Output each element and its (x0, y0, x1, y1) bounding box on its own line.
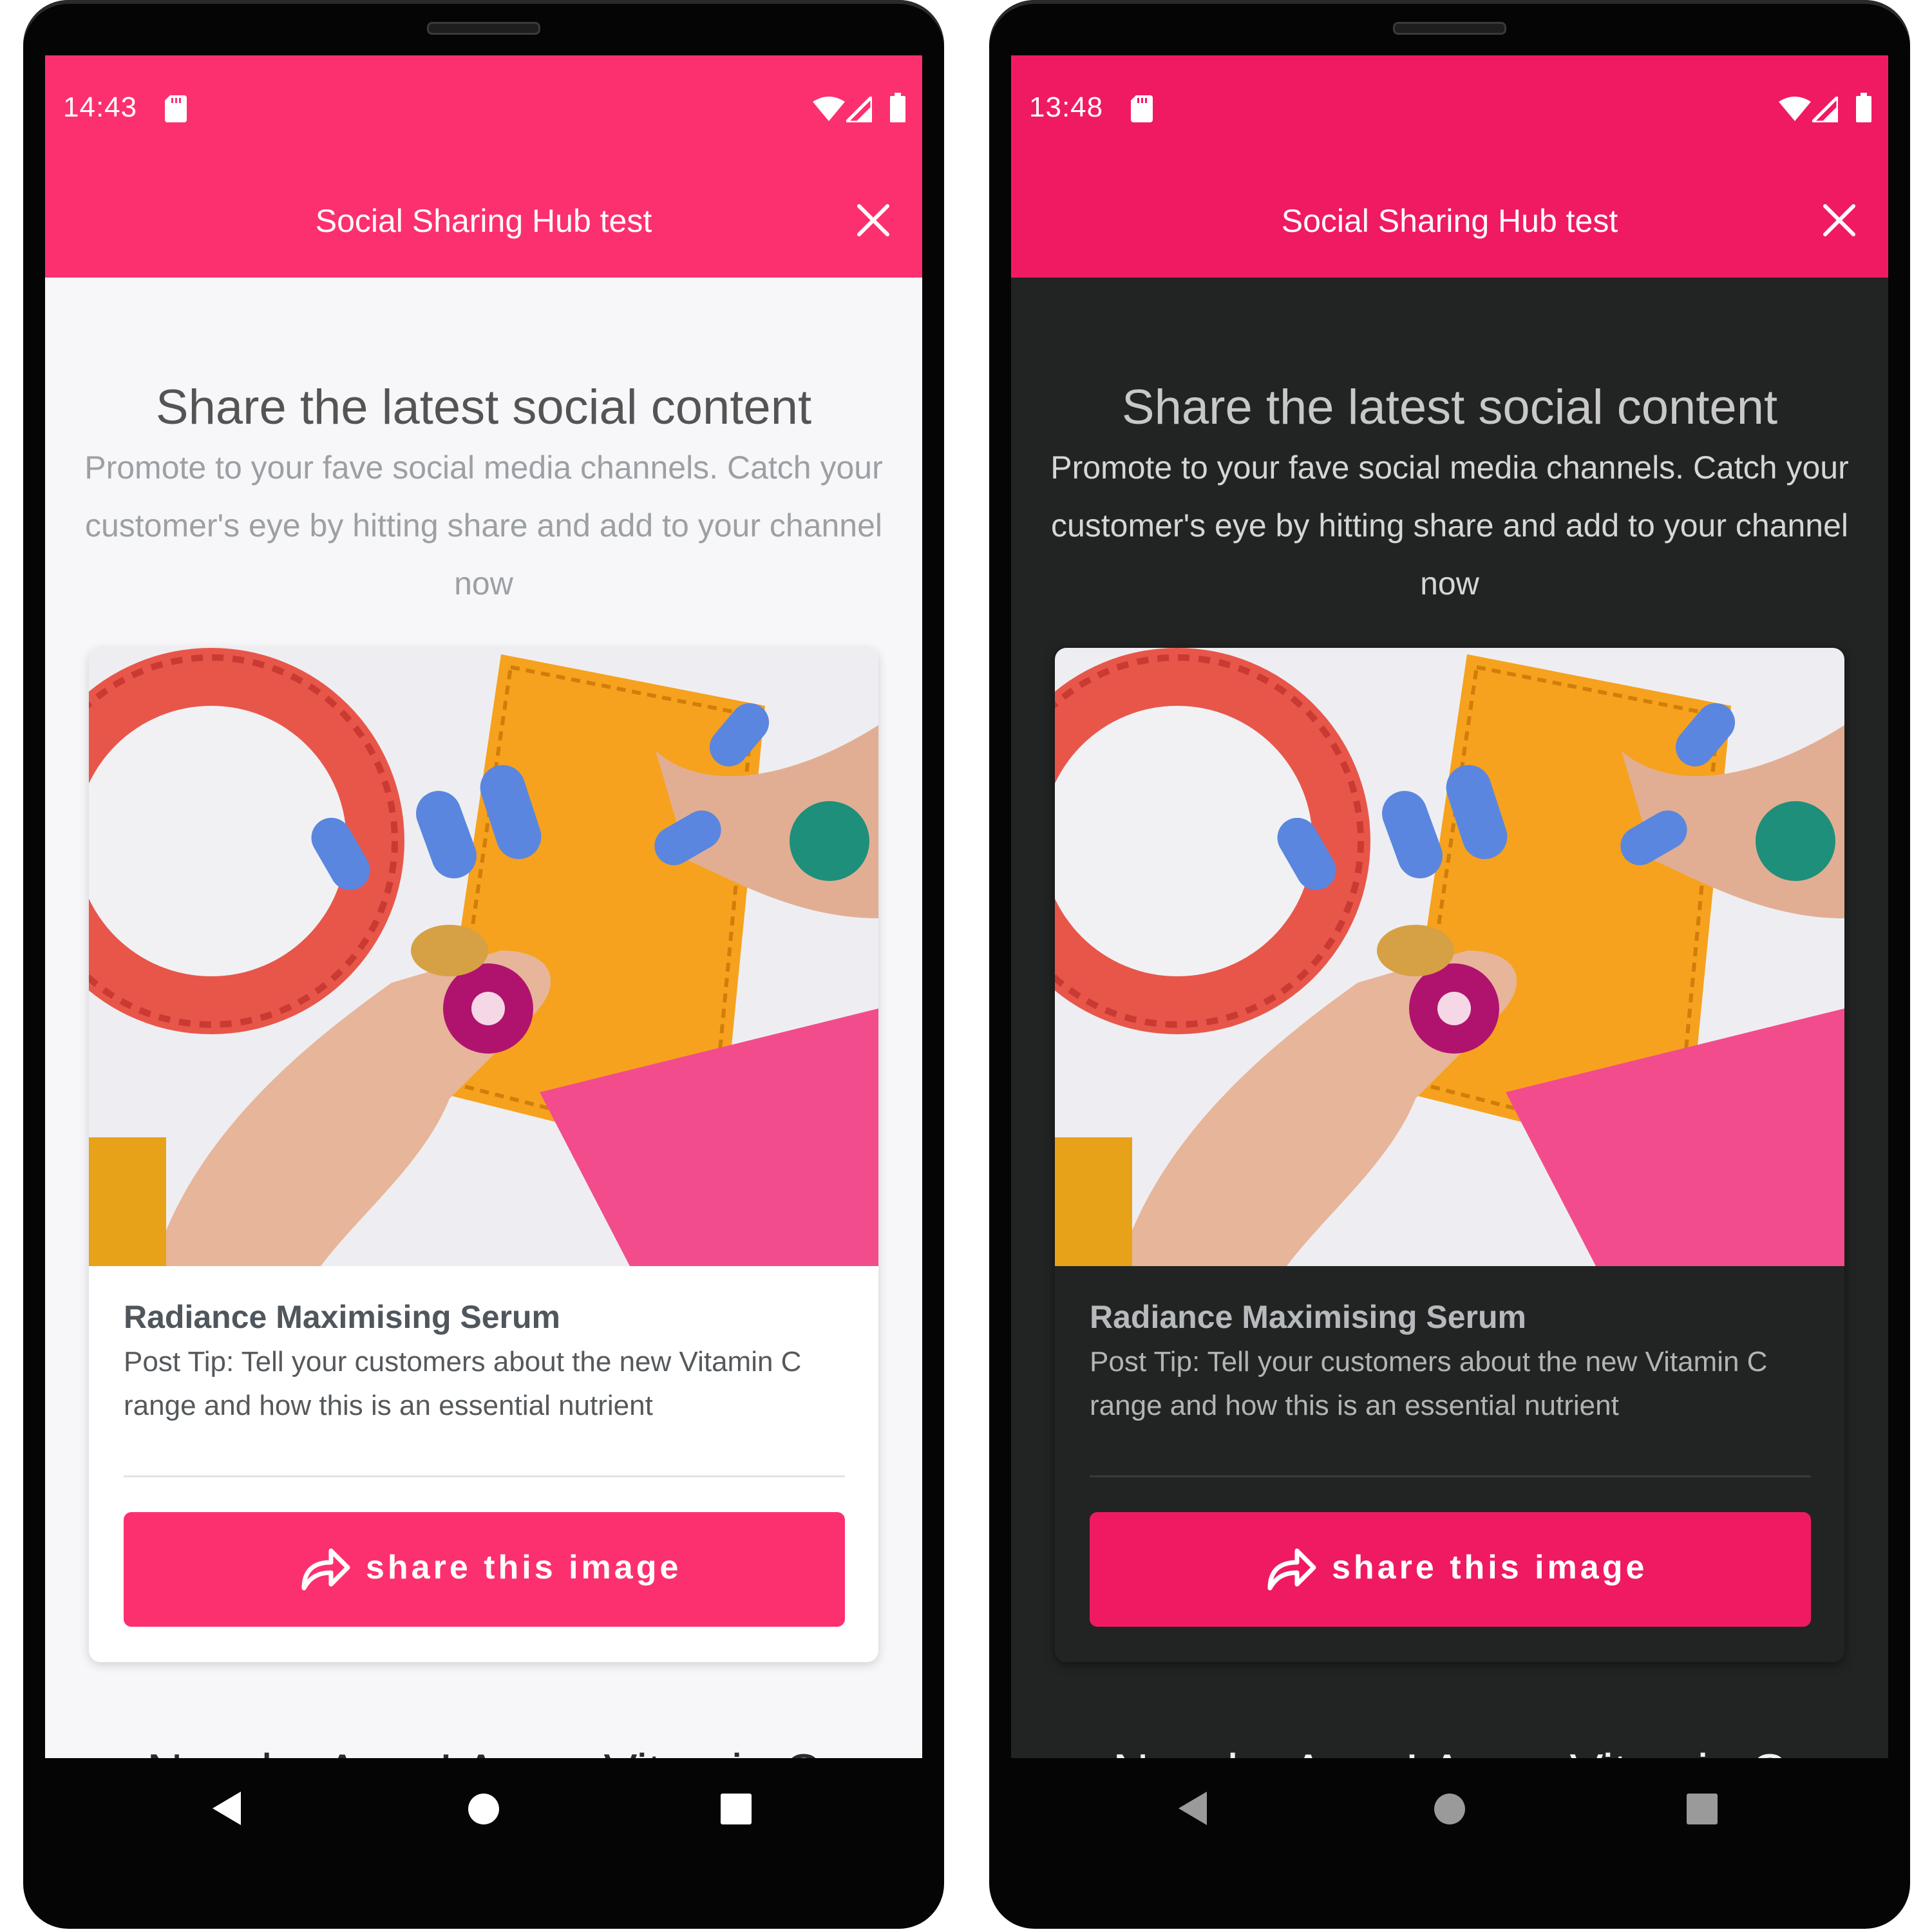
speaker-grille (427, 22, 540, 35)
sd-card-icon (165, 95, 187, 122)
card-divider (1090, 1475, 1811, 1477)
wifi-icon (813, 97, 845, 121)
share-image-button[interactable]: share this image (124, 1512, 845, 1627)
share-button-label: share this image (1332, 1549, 1648, 1586)
close-icon[interactable] (1823, 204, 1856, 237)
status-time: 13:48 (1029, 91, 1104, 123)
recent-apps-icon[interactable] (1686, 1793, 1718, 1825)
next-section-heading: New by Avon! Anew Vitamin C (1011, 1743, 1888, 1758)
section-headline: Share the latest social content (155, 380, 812, 435)
content-area: Share the latest social content Promote … (1011, 278, 1888, 1758)
share-arrow-icon (301, 1548, 350, 1591)
card-title: Radiance Maximising Serum (1090, 1299, 1527, 1335)
status-time: 14:43 (63, 91, 138, 123)
content-area: Share the latest social content Promote … (45, 278, 922, 1758)
battery-icon (890, 93, 905, 122)
phone-dark: 13:48 Social Sharing Hub test Share the … (989, 0, 1910, 1929)
card-post-tip: Post Tip: Tell your customers about the … (1090, 1346, 1768, 1421)
card-post-tip: Post Tip: Tell your customers about the … (124, 1346, 802, 1421)
navigation-bar (23, 1758, 944, 1855)
back-icon[interactable] (210, 1790, 243, 1826)
app-bar-title: Social Sharing Hub test (1281, 203, 1618, 239)
back-icon[interactable] (1176, 1790, 1209, 1826)
wifi-icon (1779, 97, 1811, 121)
card-divider (124, 1475, 845, 1477)
navigation-bar (989, 1758, 1910, 1855)
share-button-label: share this image (366, 1549, 682, 1586)
section-subtext: Promote to your fave social media channe… (84, 450, 883, 601)
signal-icon (1812, 97, 1838, 122)
close-icon[interactable] (857, 204, 890, 237)
card-title: Radiance Maximising Serum (124, 1299, 561, 1335)
next-section-heading: New by Avon! Anew Vitamin C (45, 1743, 922, 1758)
screen: 13:48 Social Sharing Hub test Share the … (1011, 55, 1888, 1758)
status-bar: 14:43 (45, 55, 922, 165)
section-headline: Share the latest social content (1121, 380, 1778, 435)
product-photo[interactable] (89, 648, 878, 1266)
speaker-grille (1393, 22, 1506, 35)
product-photo[interactable] (1055, 648, 1844, 1266)
share-arrow-icon (1267, 1548, 1316, 1591)
recent-apps-icon[interactable] (720, 1793, 752, 1825)
sd-card-icon (1131, 95, 1153, 122)
phone-light: 14:43 Social Sharing Hub test Share the … (23, 0, 944, 1929)
home-icon[interactable] (1434, 1793, 1466, 1825)
home-icon[interactable] (468, 1793, 500, 1825)
app-bar-title: Social Sharing Hub test (315, 203, 652, 239)
section-subtext: Promote to your fave social media channe… (1050, 450, 1849, 601)
content-card: Radiance Maximising Serum Post Tip: Tell… (1055, 648, 1844, 1662)
status-bar: 13:48 (1011, 55, 1888, 165)
content-card: Radiance Maximising Serum Post Tip: Tell… (89, 648, 878, 1662)
share-image-button[interactable]: share this image (1090, 1512, 1811, 1627)
signal-icon (846, 97, 872, 122)
battery-icon (1856, 93, 1871, 122)
screen: 14:43 Social Sharing Hub test Share the … (45, 55, 922, 1758)
